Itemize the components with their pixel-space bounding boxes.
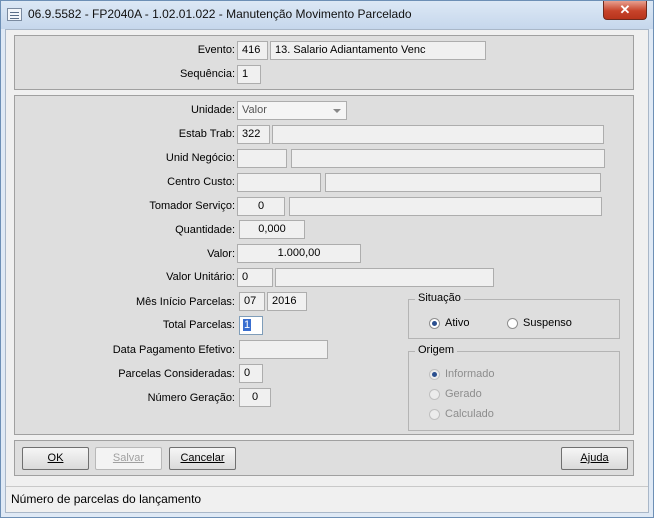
tomador-servico-description-field[interactable] bbox=[289, 197, 602, 216]
window-title: 06.9.5582 - FP2040A - 1.02.01.022 - Manu… bbox=[28, 7, 412, 21]
evento-code-field[interactable]: 416 bbox=[237, 41, 268, 60]
numero-geracao-label: Número Geração: bbox=[147, 392, 235, 404]
mes-inicio-month-field[interactable]: 07 bbox=[239, 292, 265, 311]
centro-custo-description-field[interactable] bbox=[325, 173, 601, 192]
cancelar-button[interactable]: Cancelar bbox=[169, 447, 236, 470]
dialog-client-area: Evento: 416 13. Salario Adiantamento Ven… bbox=[5, 29, 649, 513]
radio-unselected-icon bbox=[429, 388, 440, 400]
origem-radio-calculado[interactable]: Calculado bbox=[429, 408, 494, 420]
sequencia-field[interactable]: 1 bbox=[237, 65, 261, 84]
situacao-group-title: Situação bbox=[415, 292, 464, 304]
numero-geracao-field[interactable]: 0 bbox=[239, 388, 271, 407]
origem-gerado-label: Gerado bbox=[445, 388, 482, 400]
centro-custo-field[interactable] bbox=[237, 173, 321, 192]
origem-radio-informado[interactable]: Informado bbox=[429, 368, 495, 380]
data-pagamento-efetivo-label: Data Pagamento Efetivo: bbox=[112, 344, 235, 356]
cancelar-button-label: Cancelar bbox=[180, 452, 225, 464]
radio-unselected-icon bbox=[507, 317, 518, 329]
evento-description-field[interactable]: 13. Salario Adiantamento Venc bbox=[270, 41, 486, 60]
ajuda-button[interactable]: Ajuda bbox=[561, 447, 628, 470]
estab-trab-label: Estab Trab: bbox=[178, 128, 235, 140]
origem-informado-label: Informado bbox=[445, 368, 495, 380]
unid-negocio-field[interactable] bbox=[237, 149, 287, 168]
centro-custo-label: Centro Custo: bbox=[167, 176, 235, 188]
total-parcelas-field[interactable]: 1 bbox=[239, 316, 263, 335]
parcelas-consideradas-label: Parcelas Consideradas: bbox=[118, 368, 235, 380]
situacao-ativo-label: Ativo bbox=[445, 317, 470, 329]
evento-label: Evento: bbox=[197, 44, 235, 56]
title-bar[interactable]: 06.9.5582 - FP2040A - 1.02.01.022 - Manu… bbox=[1, 1, 653, 29]
situacao-radio-ativo[interactable]: Ativo bbox=[429, 317, 469, 329]
ok-button-label: OK bbox=[47, 452, 64, 464]
mes-inicio-parcelas-label: Mês Início Parcelas: bbox=[135, 296, 235, 308]
parcelas-consideradas-field[interactable]: 0 bbox=[239, 364, 263, 383]
origem-calculado-label: Calculado bbox=[445, 408, 494, 420]
origem-group-title: Origem bbox=[415, 344, 458, 356]
tomador-servico-label: Tomador Serviço: bbox=[149, 200, 235, 212]
estab-trab-field[interactable]: 322 bbox=[237, 125, 270, 144]
situacao-group: Situação Ativo Suspenso bbox=[408, 292, 620, 339]
ajuda-button-label: Ajuda bbox=[580, 452, 609, 464]
radio-selected-icon bbox=[429, 368, 440, 380]
valor-unitario-label: Valor Unitário: bbox=[166, 271, 235, 283]
ok-button[interactable]: OK bbox=[22, 447, 89, 470]
dialog-window: 06.9.5582 - FP2040A - 1.02.01.022 - Manu… bbox=[0, 0, 654, 518]
salvar-button[interactable]: Salvar bbox=[95, 447, 162, 470]
close-button[interactable]: ✕ bbox=[603, 1, 647, 20]
estab-trab-description-field[interactable] bbox=[272, 125, 604, 144]
valor-unitario-description-field[interactable] bbox=[275, 268, 494, 287]
origem-radio-gerado[interactable]: Gerado bbox=[429, 388, 482, 400]
valor-field[interactable]: 1.000,00 bbox=[237, 244, 361, 263]
total-parcelas-label: Total Parcelas: bbox=[162, 319, 235, 331]
origem-group: Origem Informado Gerado Calculado bbox=[408, 344, 620, 431]
valor-unitario-field[interactable]: 0 bbox=[237, 268, 273, 287]
radio-selected-icon bbox=[429, 317, 440, 329]
quantidade-field[interactable]: 0,000 bbox=[239, 220, 305, 239]
total-parcelas-value: 1 bbox=[243, 319, 252, 331]
situacao-suspenso-label: Suspenso bbox=[523, 317, 572, 329]
chevron-down-icon bbox=[333, 109, 341, 113]
unidade-select[interactable]: Valor bbox=[237, 101, 347, 120]
unidade-label: Unidade: bbox=[190, 104, 235, 116]
data-pagamento-efetivo-field[interactable] bbox=[239, 340, 328, 359]
evento-panel: Evento: 416 13. Salario Adiantamento Ven… bbox=[14, 35, 634, 90]
situacao-radio-suspenso[interactable]: Suspenso bbox=[507, 317, 572, 329]
button-bar: OK Salvar Cancelar Ajuda bbox=[14, 440, 634, 476]
valor-label: Valor: bbox=[207, 248, 235, 260]
unid-negocio-label: Unid Negócio: bbox=[165, 152, 235, 164]
status-bar: Número de parcelas do lançamento bbox=[6, 486, 648, 512]
unid-negocio-description-field[interactable] bbox=[291, 149, 605, 168]
sequencia-label: Sequência: bbox=[179, 68, 235, 80]
radio-unselected-icon bbox=[429, 408, 440, 420]
mes-inicio-year-field[interactable]: 2016 bbox=[267, 292, 307, 311]
unidade-selected-value: Valor bbox=[242, 104, 267, 116]
movimento-form-panel: Unidade: Valor Estab Trab: 322 Unid Negó… bbox=[14, 95, 634, 435]
tomador-servico-field[interactable]: 0 bbox=[237, 197, 285, 216]
app-icon bbox=[7, 8, 22, 21]
salvar-button-label: Salvar bbox=[112, 452, 145, 464]
quantidade-label: Quantidade: bbox=[175, 224, 235, 236]
